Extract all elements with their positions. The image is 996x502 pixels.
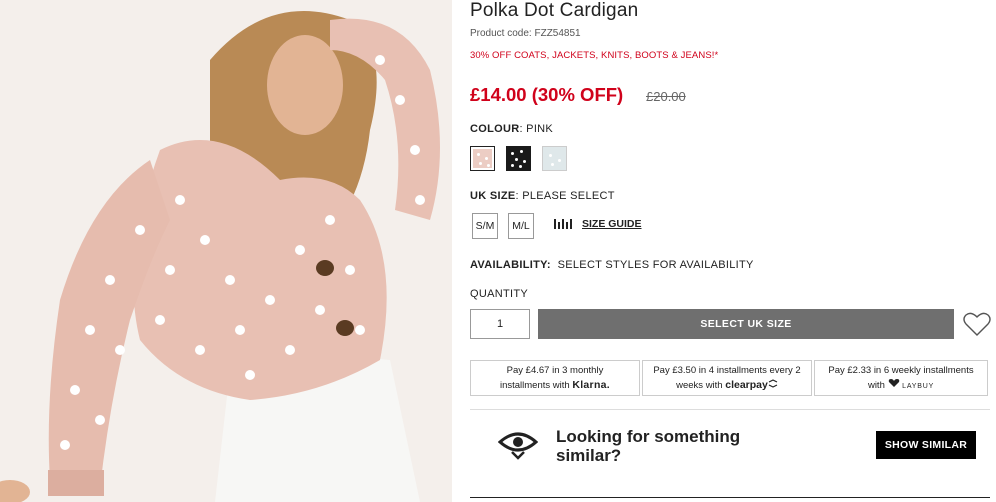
original-price: £20.00 xyxy=(646,89,686,104)
payment-line2: weeks with xyxy=(676,380,723,391)
colour-label: COLOUR: PINK xyxy=(470,123,553,135)
payment-option-laybuy[interactable]: Pay £2.33 in 6 weekly installments with … xyxy=(814,360,988,396)
product-code: Product code: FZZ54851 xyxy=(470,28,581,39)
size-label-value: : PLEASE SELECT xyxy=(515,190,615,202)
swatch-mint[interactable] xyxy=(542,146,567,171)
klarna-logo: Klarna. xyxy=(572,379,611,391)
swatch-black[interactable] xyxy=(506,146,531,171)
wishlist-heart-icon[interactable] xyxy=(962,309,992,344)
ruler-icon xyxy=(554,219,572,229)
product-image[interactable] xyxy=(0,0,452,502)
colour-label-key: COLOUR xyxy=(470,123,520,135)
payment-line1: Pay £3.50 in 4 installments every 2 xyxy=(653,365,801,376)
clearpay-logo: clearpay xyxy=(725,379,768,391)
availability-key: AVAILABILITY: xyxy=(470,259,551,271)
divider xyxy=(470,497,990,498)
quantity-input[interactable] xyxy=(470,309,530,339)
find-similar-text: Looking for something similar? xyxy=(556,427,741,465)
swatch-pink[interactable] xyxy=(470,146,495,171)
size-label: UK SIZE: PLEASE SELECT xyxy=(470,190,615,202)
add-to-bag-button[interactable]: SELECT UK SIZE xyxy=(538,309,954,339)
availability-value: SELECT STYLES FOR AVAILABILITY xyxy=(557,259,754,271)
colour-label-value: : PINK xyxy=(519,123,554,135)
clearpay-arrows-icon xyxy=(768,379,778,388)
show-similar-button[interactable]: SHOW SIMILAR xyxy=(876,431,976,459)
sale-price: £14.00 (30% OFF) xyxy=(470,84,624,105)
quantity-label: QUANTITY xyxy=(470,288,529,300)
size-guide-text[interactable]: SIZE GUIDE xyxy=(582,218,642,230)
payment-line1: Pay £2.33 in 6 weekly installments xyxy=(828,365,974,376)
payment-line2: with xyxy=(867,380,885,391)
laybuy-heart-icon xyxy=(888,379,899,387)
size-option-sm[interactable]: S/M xyxy=(472,213,498,239)
laybuy-logo: LAYBUY xyxy=(902,383,935,390)
divider xyxy=(470,409,990,410)
promo-banner[interactable]: 30% OFF COATS, JACKETS, KNITS, BOOTS & J… xyxy=(470,50,718,61)
size-guide-link[interactable]: SIZE GUIDE xyxy=(554,218,642,230)
product-title: Polka Dot Cardigan xyxy=(470,0,639,21)
payment-line2: installments with xyxy=(499,380,570,391)
payment-line1: Pay £4.67 in 3 monthly xyxy=(506,365,604,376)
availability-label: AVAILABILITY: SELECT STYLES FOR AVAILABI… xyxy=(470,259,754,271)
payment-option-klarna[interactable]: Pay £4.67 in 3 monthly installments with… xyxy=(470,360,640,396)
product-photo-illustration xyxy=(0,0,452,502)
payment-option-clearpay[interactable]: Pay £3.50 in 4 installments every 2 week… xyxy=(642,360,812,396)
eye-icon xyxy=(497,428,539,467)
size-label-key: UK SIZE xyxy=(470,190,516,202)
size-option-ml[interactable]: M/L xyxy=(508,213,534,239)
